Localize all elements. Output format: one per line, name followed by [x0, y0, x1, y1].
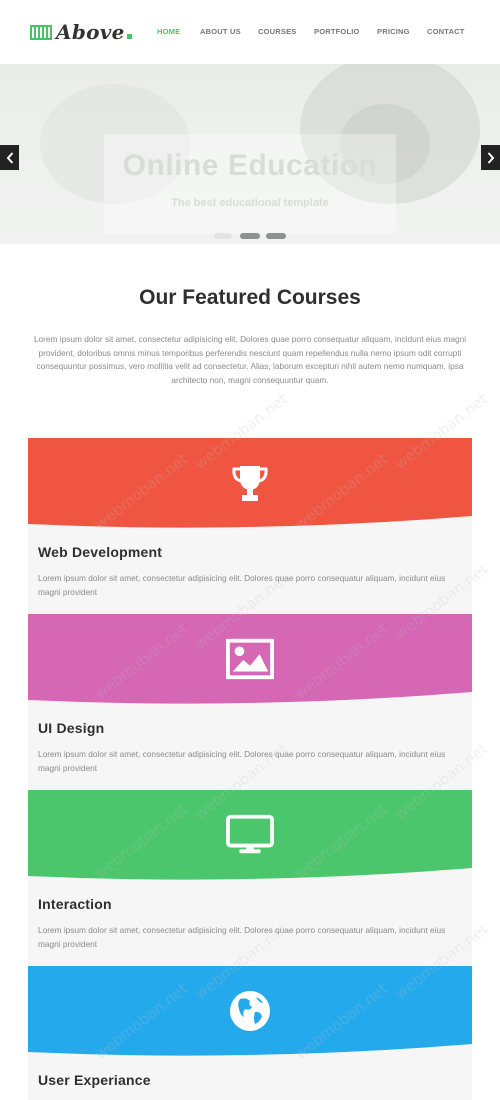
slider-dot[interactable] [214, 233, 232, 239]
course-title[interactable]: Interaction [38, 896, 112, 912]
nav-home[interactable]: HOME [157, 27, 180, 36]
trophy-icon [226, 461, 274, 505]
chevron-left-icon [6, 151, 13, 164]
chevron-right-icon [487, 151, 494, 164]
course-card[interactable]: User Experiance [28, 966, 472, 1100]
slider-prev-button[interactable] [0, 145, 19, 170]
nav-pricing[interactable]: PRICING [377, 27, 410, 36]
globe-icon [226, 989, 274, 1033]
card-header [28, 614, 472, 704]
hero-slider: Online Education The best educational te… [0, 64, 500, 244]
course-card[interactable]: Interaction Lorem ipsum dolor sit amet, … [28, 790, 472, 966]
course-description: Lorem ipsum dolor sit amet, consectetur … [38, 925, 446, 949]
section-intro-text: Lorem ipsum dolor sit amet, consectetur … [33, 334, 467, 386]
nav-portfolio[interactable]: PORTFOLIO [314, 27, 360, 36]
monitor-icon [226, 813, 274, 857]
nav-contact[interactable]: CONTACT [427, 27, 465, 36]
course-description: Lorem ipsum dolor sit amet, consectetur … [38, 749, 446, 773]
course-card[interactable]: UI Design Lorem ipsum dolor sit amet, co… [28, 614, 472, 790]
slider-dot-active[interactable] [240, 233, 260, 239]
course-title[interactable]: Web Development [38, 544, 162, 560]
course-title[interactable]: UI Design [38, 720, 104, 736]
slider-dots [0, 233, 500, 241]
main-nav: HOME ABOUT US COURSES PORTFOLIO PRICING … [0, 27, 500, 39]
slider-next-button[interactable] [481, 145, 500, 170]
site-header: Above HOME ABOUT US COURSES PORTFOLIO PR… [0, 0, 500, 64]
card-header [28, 438, 472, 528]
image-icon [226, 637, 274, 681]
nav-about-us[interactable]: ABOUT US [200, 27, 241, 36]
card-header [28, 790, 472, 880]
hero-title: Online Education [122, 149, 378, 182]
slider-dot[interactable] [266, 233, 286, 239]
hero-subtitle: The best educational template [171, 197, 329, 209]
course-card[interactable]: Web Development Lorem ipsum dolor sit am… [28, 438, 472, 614]
course-title[interactable]: User Experiance [38, 1072, 151, 1088]
card-header [28, 966, 472, 1056]
section-title: Our Featured Courses [139, 286, 361, 309]
course-description: Lorem ipsum dolor sit amet, consectetur … [38, 573, 446, 597]
nav-courses[interactable]: COURSES [258, 27, 297, 36]
